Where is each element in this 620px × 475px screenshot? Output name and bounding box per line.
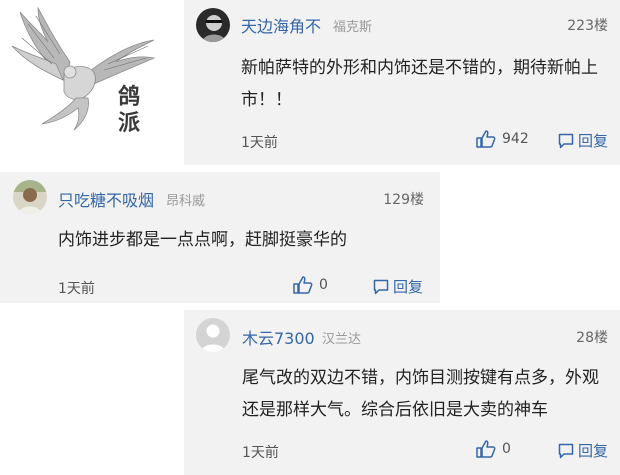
car-brand: 昂科威 bbox=[166, 194, 206, 209]
like-button[interactable]: 0 bbox=[293, 276, 328, 294]
user-photo-avatar-icon bbox=[196, 8, 230, 42]
user-photo-avatar-icon bbox=[13, 180, 47, 214]
like-count: 0 bbox=[502, 441, 511, 457]
username[interactable]: 天边海角不 bbox=[241, 13, 321, 37]
timestamp: 1天前 bbox=[241, 135, 278, 151]
comment-text: 新帕萨特的外形和内饰还是不错的，期待新帕上市！！ bbox=[241, 58, 598, 110]
reply-icon bbox=[558, 443, 574, 459]
thumbs-up-icon bbox=[476, 440, 496, 458]
default-gray-avatar-icon bbox=[196, 318, 230, 352]
reply-label: 回复 bbox=[578, 132, 609, 150]
like-button[interactable]: 942 bbox=[476, 130, 529, 148]
comment-text: 内饰进步都是一点点啊，赶脚挺豪华的 bbox=[58, 230, 347, 250]
floor-number: 28楼 bbox=[576, 330, 608, 346]
comment-card: 天边海角不 福克斯 223楼 新帕萨特的外形和内饰还是不错的，期待新帕上市！！ … bbox=[184, 0, 620, 165]
comment-card: 只吃糖不吸烟 昂科威 129楼 内饰进步都是一点点啊，赶脚挺豪华的 1天前 0 … bbox=[0, 172, 440, 303]
floor-number: 223楼 bbox=[567, 18, 608, 34]
thumbs-up-icon bbox=[293, 276, 313, 294]
reply-label: 回复 bbox=[578, 442, 609, 460]
like-button[interactable]: 0 bbox=[476, 440, 511, 458]
reply-button[interactable]: 回复 bbox=[373, 276, 423, 297]
car-brand: 福克斯 bbox=[333, 20, 373, 35]
avatar[interactable] bbox=[196, 318, 230, 352]
like-count: 0 bbox=[319, 277, 328, 293]
logo-text: 鸽派 bbox=[118, 84, 141, 136]
username[interactable]: 木云7300 bbox=[242, 325, 315, 349]
comment-text: 尾气改的双边不错，内饰目测按键有点多，外观还是那样大气。综合后依旧是大卖的神车 bbox=[242, 368, 599, 420]
reply-icon bbox=[373, 279, 389, 295]
comment-card: 木云7300 汉兰达 28楼 尾气改的双边不错，内饰目测按键有点多，外观还是那样… bbox=[184, 310, 620, 475]
timestamp: 1天前 bbox=[58, 281, 95, 297]
reply-icon bbox=[558, 133, 574, 149]
avatar[interactable] bbox=[196, 8, 230, 42]
reply-button[interactable]: 回复 bbox=[558, 440, 608, 461]
car-brand: 汉兰达 bbox=[322, 332, 362, 347]
brand-logo: 鸽派 bbox=[0, 0, 184, 165]
floor-number: 129楼 bbox=[383, 192, 424, 208]
avatar[interactable] bbox=[13, 180, 47, 214]
username[interactable]: 只吃糖不吸烟 bbox=[58, 187, 154, 211]
timestamp: 1天前 bbox=[242, 445, 279, 461]
reply-button[interactable]: 回复 bbox=[558, 130, 608, 151]
reply-label: 回复 bbox=[393, 278, 424, 296]
like-count: 942 bbox=[502, 131, 529, 147]
thumbs-up-icon bbox=[476, 130, 496, 148]
